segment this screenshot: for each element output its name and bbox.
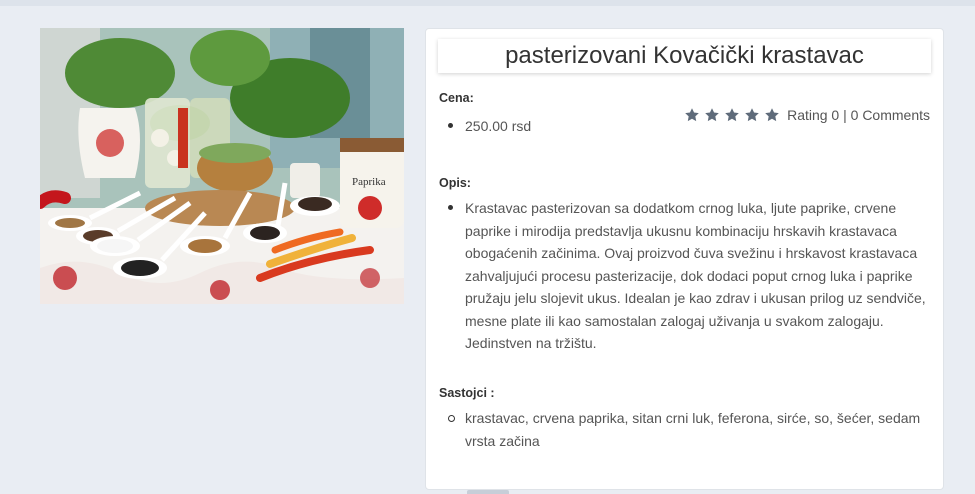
product-details-card: pasterizovani Kovačički krastavac Cena: … (425, 28, 944, 490)
product-title: pasterizovani Kovačički krastavac (438, 39, 931, 73)
description-label: Opis: (439, 176, 471, 190)
ingredients-label: Sastojci : (439, 386, 495, 400)
price-list: 250.00 rsd (448, 115, 531, 138)
ingredients-text: krastavac, crvena paprika, sitan crni lu… (448, 407, 928, 452)
rating: Rating 0 | 0 Comments (684, 107, 930, 123)
ingredients-list: krastavac, crvena paprika, sitan crni lu… (448, 407, 928, 452)
svg-text:Paprika: Paprika (352, 176, 386, 188)
rating-text: Rating 0 | 0 Comments (787, 107, 930, 123)
star-icon[interactable] (724, 107, 741, 123)
star-icon[interactable] (744, 107, 761, 123)
top-bar (0, 0, 975, 6)
product-image: Paprika (40, 28, 404, 304)
star-icon[interactable] (684, 107, 701, 123)
description-text: Krastavac pasterizovan sa dodatkom crnog… (448, 197, 928, 355)
price-label: Cena: (439, 91, 474, 105)
price-value: 250.00 rsd (448, 115, 531, 138)
bottom-tab (467, 490, 509, 494)
description-list: Krastavac pasterizovan sa dodatkom crnog… (448, 197, 928, 355)
star-icon[interactable] (704, 107, 721, 123)
star-icon[interactable] (764, 107, 781, 123)
rating-stars (684, 107, 784, 123)
